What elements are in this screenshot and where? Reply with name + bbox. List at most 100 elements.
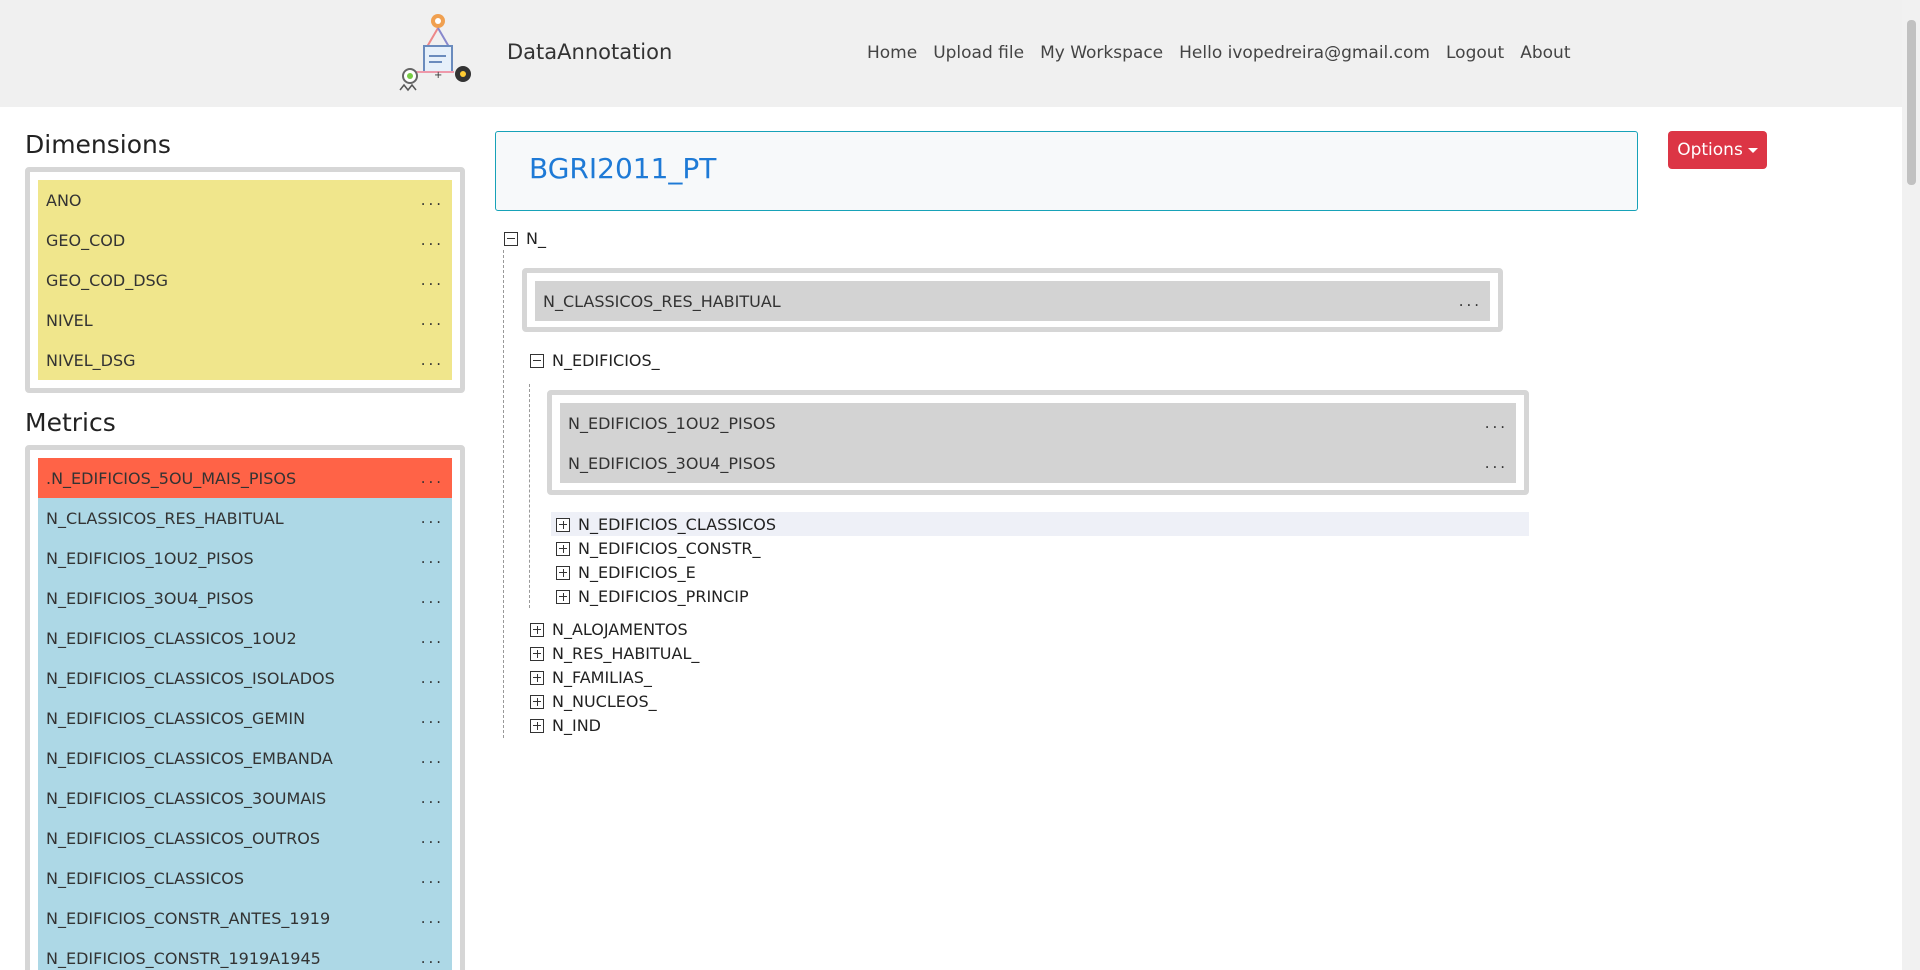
metric-label: N_EDIFICIOS_CLASSICOS_GEMIN xyxy=(46,708,306,728)
more-options-icon[interactable]: ... xyxy=(421,271,444,289)
metrics-list: .N_EDIFICIOS_5OU_MAIS_PISOS... N_CLASSIC… xyxy=(25,445,465,970)
nav-home-link[interactable]: Home xyxy=(867,43,917,63)
tree-group-item-label: N_EDIFICIOS_1OU2_PISOS xyxy=(568,413,776,433)
more-options-icon[interactable]: ... xyxy=(421,549,444,567)
scrollbar-thumb[interactable] xyxy=(1907,20,1916,185)
dimension-label: NIVEL xyxy=(46,310,93,330)
more-options-icon[interactable]: ... xyxy=(1485,454,1508,472)
page-scrollbar[interactable] xyxy=(1902,0,1920,970)
metric-item[interactable]: N_EDIFICIOS_CLASSICOS... xyxy=(38,858,452,898)
tree-node[interactable]: N_EDIFICIOS_CONSTR_ xyxy=(556,539,760,558)
tree-node[interactable]: N_RES_HABITUAL_ xyxy=(530,644,699,663)
metric-item[interactable]: N_EDIFICIOS_CONSTR_ANTES_1919... xyxy=(38,898,452,938)
more-options-icon[interactable]: ... xyxy=(421,949,444,967)
metric-label: N_EDIFICIOS_CLASSICOS xyxy=(46,868,245,888)
metric-label: N_EDIFICIOS_CONSTR_ANTES_1919 xyxy=(46,908,331,928)
metric-item[interactable]: N_EDIFICIOS_CLASSICOS_EMBANDA... xyxy=(38,738,452,778)
metric-label: N_EDIFICIOS_CLASSICOS_1OU2 xyxy=(46,628,297,648)
top-navbar: + DataAnnotation Home Upload file My Wor… xyxy=(0,0,1902,107)
dimension-item[interactable]: NIVEL_DSG... xyxy=(38,340,452,380)
tree-node[interactable]: N_ALOJAMENTOS xyxy=(530,620,688,639)
metric-item[interactable]: N_CLASSICOS_RES_HABITUAL... xyxy=(38,498,452,538)
more-options-icon[interactable]: ... xyxy=(1485,414,1508,432)
tree-node-edificios[interactable]: N_EDIFICIOS_ xyxy=(530,351,660,370)
more-options-icon[interactable]: ... xyxy=(421,869,444,887)
more-options-icon[interactable]: ... xyxy=(421,351,444,369)
tree-node[interactable]: N_FAMILIAS_ xyxy=(530,668,652,687)
collapse-icon[interactable] xyxy=(504,231,518,246)
tree-node-label: N_NUCLEOS_ xyxy=(552,692,657,711)
metric-label: N_EDIFICIOS_3OU4_PISOS xyxy=(46,588,254,608)
tree-group-item-label: N_CLASSICOS_RES_HABITUAL xyxy=(543,291,781,311)
more-options-icon[interactable]: ... xyxy=(421,749,444,767)
tree-group-box: N_EDIFICIOS_1OU2_PISOS ... N_EDIFICIOS_3… xyxy=(547,390,1529,495)
tree-node[interactable]: N_NUCLEOS_ xyxy=(530,692,657,711)
metric-label: N_EDIFICIOS_CLASSICOS_ISOLADOS xyxy=(46,668,335,688)
dimension-item[interactable]: ANO... xyxy=(38,180,452,220)
dimension-item[interactable]: NIVEL... xyxy=(38,300,452,340)
metric-label: N_EDIFICIOS_CLASSICOS_OUTROS xyxy=(46,828,320,848)
more-options-icon[interactable]: ... xyxy=(421,629,444,647)
tree-group-item[interactable]: N_EDIFICIOS_3OU4_PISOS ... xyxy=(560,443,1516,483)
app-brand[interactable]: DataAnnotation xyxy=(507,40,672,64)
more-options-icon[interactable]: ... xyxy=(421,589,444,607)
more-options-icon[interactable]: ... xyxy=(421,231,444,249)
nav-logout-link[interactable]: Logout xyxy=(1446,43,1504,63)
metric-item[interactable]: N_EDIFICIOS_1OU2_PISOS... xyxy=(38,538,452,578)
nav-upload-link[interactable]: Upload file xyxy=(933,43,1024,63)
tree-node-root[interactable]: N_ xyxy=(504,229,546,248)
tree-node[interactable]: N_IND xyxy=(530,716,601,735)
more-options-icon[interactable]: ... xyxy=(1459,292,1482,310)
dimension-label: ANO xyxy=(46,190,82,210)
metric-item[interactable]: N_EDIFICIOS_3OU4_PISOS... xyxy=(38,578,452,618)
options-label: Options xyxy=(1677,140,1743,160)
metric-item[interactable]: .N_EDIFICIOS_5OU_MAIS_PISOS... xyxy=(38,458,452,498)
metric-item[interactable]: N_EDIFICIOS_CLASSICOS_OUTROS... xyxy=(38,818,452,858)
more-options-icon[interactable]: ... xyxy=(421,829,444,847)
metric-label: N_EDIFICIOS_CLASSICOS_EMBANDA xyxy=(46,748,333,768)
nav-workspace-link[interactable]: My Workspace xyxy=(1040,43,1163,63)
more-options-icon[interactable]: ... xyxy=(421,469,444,487)
tree-group-item[interactable]: N_CLASSICOS_RES_HABITUAL ... xyxy=(535,281,1490,321)
expand-icon[interactable] xyxy=(530,622,544,637)
tree-node[interactable]: N_EDIFICIOS_CLASSICOS xyxy=(556,515,776,534)
more-options-icon[interactable]: ... xyxy=(421,909,444,927)
more-options-icon[interactable]: ... xyxy=(421,191,444,209)
tree-group-box: N_CLASSICOS_RES_HABITUAL ... xyxy=(522,268,1503,332)
expand-icon[interactable] xyxy=(530,670,544,685)
dimension-label: NIVEL_DSG xyxy=(46,350,136,370)
metric-item[interactable]: N_EDIFICIOS_CLASSICOS_ISOLADOS... xyxy=(38,658,452,698)
dataset-title: BGRI2011_PT xyxy=(529,152,717,185)
collapse-icon[interactable] xyxy=(530,353,544,368)
expand-icon[interactable] xyxy=(556,565,570,580)
expand-icon[interactable] xyxy=(530,646,544,661)
metric-item[interactable]: N_EDIFICIOS_CONSTR_1919A1945... xyxy=(38,938,452,970)
nav-about-link[interactable]: About xyxy=(1520,43,1570,63)
svg-text:+: + xyxy=(434,70,442,81)
more-options-icon[interactable]: ... xyxy=(421,669,444,687)
metric-item[interactable]: N_EDIFICIOS_CLASSICOS_3OUMAIS... xyxy=(38,778,452,818)
metric-label: N_EDIFICIOS_CLASSICOS_3OUMAIS xyxy=(46,788,327,808)
dimension-item[interactable]: GEO_COD_DSG... xyxy=(38,260,452,300)
tree-node[interactable]: N_EDIFICIOS_PRINCIP xyxy=(556,587,749,606)
more-options-icon[interactable]: ... xyxy=(421,311,444,329)
expand-icon[interactable] xyxy=(556,517,570,532)
expand-icon[interactable] xyxy=(556,589,570,604)
expand-icon[interactable] xyxy=(530,718,544,733)
nav-user-greeting[interactable]: Hello ivopedreira@gmail.com xyxy=(1179,43,1430,63)
dimension-item[interactable]: GEO_COD... xyxy=(38,220,452,260)
expand-icon[interactable] xyxy=(556,541,570,556)
expand-icon[interactable] xyxy=(530,694,544,709)
tree-node[interactable]: N_EDIFICIOS_E xyxy=(556,563,696,582)
tree-node-label: N_EDIFICIOS_ xyxy=(552,351,660,370)
app-logo-icon[interactable]: + xyxy=(388,12,482,98)
metric-item[interactable]: N_EDIFICIOS_CLASSICOS_GEMIN... xyxy=(38,698,452,738)
tree-group-item[interactable]: N_EDIFICIOS_1OU2_PISOS ... xyxy=(560,403,1516,443)
options-dropdown-button[interactable]: Options xyxy=(1668,131,1767,169)
tree-group-item-label: N_EDIFICIOS_3OU4_PISOS xyxy=(568,453,776,473)
dimension-label: GEO_COD_DSG xyxy=(46,270,169,290)
more-options-icon[interactable]: ... xyxy=(421,789,444,807)
metric-item[interactable]: N_EDIFICIOS_CLASSICOS_1OU2... xyxy=(38,618,452,658)
more-options-icon[interactable]: ... xyxy=(421,709,444,727)
more-options-icon[interactable]: ... xyxy=(421,509,444,527)
